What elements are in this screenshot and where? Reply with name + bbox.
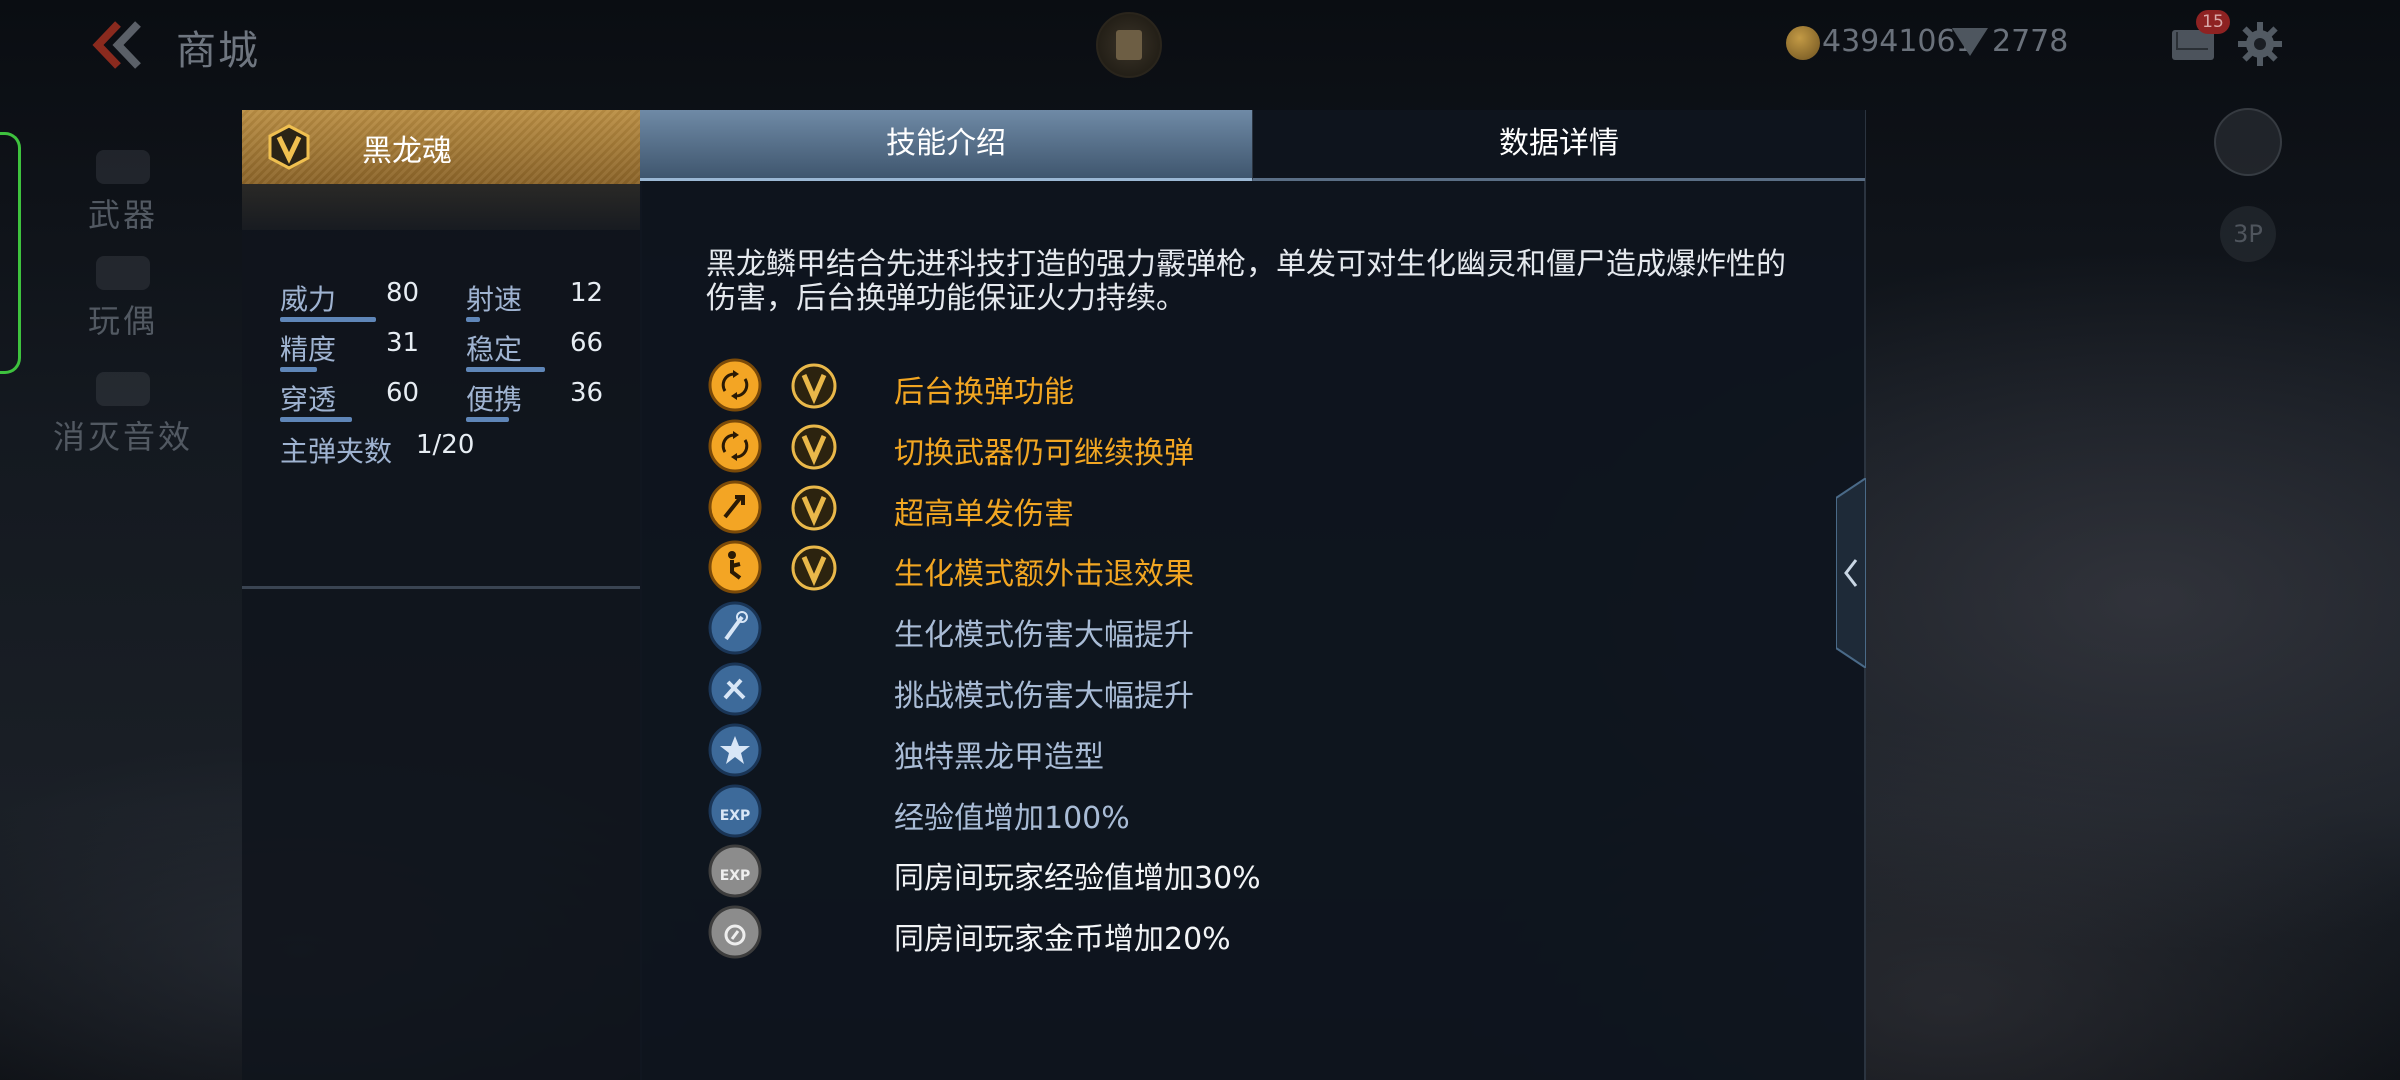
diamond-amount: 2778 — [1992, 24, 2069, 59]
feature-row: 超高单发伤害 — [708, 480, 1808, 536]
feature-row: EXP 经验值增加100% — [708, 784, 1808, 840]
room-coin-icon — [708, 905, 762, 959]
nav-item-label: 消灭音效 — [52, 418, 193, 456]
feature-label: 生化模式伤害大幅提升 — [894, 618, 1194, 654]
gold-coin-icon — [1786, 26, 1820, 60]
star-icon — [708, 723, 762, 777]
gear-icon[interactable] — [2236, 20, 2284, 68]
feature-label: 生化模式额外击退效果 — [894, 557, 1194, 593]
feature-label: 后台换弹功能 — [894, 375, 1074, 410]
feature-label: 经验值增加100% — [894, 800, 1130, 836]
feature-row: 挑战模式伤害大幅提升 — [708, 662, 1808, 718]
nav-item-weapons[interactable]: 武器 — [30, 150, 216, 236]
tab-skill-intro[interactable]: 技能介绍 — [640, 110, 1252, 181]
feature-label: 超高单发伤害 — [894, 496, 1074, 532]
feature-row: EXP 同房间玩家经验值增加30% — [708, 844, 1808, 900]
doll-icon — [96, 256, 150, 290]
third-person-view-button[interactable]: 3P — [2220, 206, 2276, 262]
stat-value: 31 — [386, 328, 420, 358]
notice-icon[interactable] — [1096, 12, 1162, 78]
panel-divider — [242, 586, 640, 589]
stat-stability: 稳定 66 — [466, 328, 603, 368]
stat-fire-rate: 射速 12 — [466, 278, 603, 318]
zombie-damage-icon — [708, 601, 762, 655]
back-icon[interactable] — [88, 18, 148, 72]
damage-icon — [708, 480, 762, 534]
diamond-icon — [1952, 28, 1988, 56]
feature-row: 生化模式额外击退效果 — [708, 540, 1808, 596]
stat-magazine: 主弹夹数 1/20 — [280, 430, 474, 470]
stat-penetration: 穿透 60 — [280, 378, 419, 418]
feature-label: 切换武器仍可继续换弹 — [894, 435, 1194, 471]
challenge-damage-icon — [708, 662, 762, 716]
svg-text:EXP: EXP — [720, 868, 751, 884]
stat-portability: 便携 36 — [466, 378, 603, 418]
stat-bar-fire-rate — [466, 317, 480, 322]
speaker-icon — [96, 372, 150, 406]
feature-row: 生化模式伤害大幅提升 — [708, 601, 1808, 657]
stat-label: 稳定 — [466, 333, 523, 366]
stat-bar-penetration — [280, 417, 352, 422]
room-exp-icon: EXP — [708, 844, 762, 898]
weapon-subheader — [242, 184, 640, 230]
feature-label: 挑战模式伤害大幅提升 — [894, 679, 1194, 714]
stat-bar-accuracy — [280, 367, 317, 372]
stat-label: 穿透 — [280, 383, 337, 416]
stat-bar-stability — [466, 367, 545, 372]
skill-panel: 技能介绍 数据详情 黑龙鳞甲结合先进科技打造的强力霰弹枪，单发可对生化幽灵和僵尸… — [640, 110, 1866, 1080]
mail-badge: 15 — [2196, 10, 2230, 34]
stat-label: 便携 — [466, 383, 523, 416]
feature-row: 切换武器仍可继续换弹 — [708, 419, 1808, 475]
nav-item-dolls[interactable]: 玩偶 — [30, 256, 216, 342]
stat-value: 80 — [386, 278, 420, 308]
feature-row: 后台换弹功能 — [708, 358, 1808, 414]
stat-bar-power — [280, 317, 376, 322]
stat-value: 66 — [570, 328, 604, 358]
page-title: 商城 — [176, 28, 260, 74]
feature-label: 同房间玩家经验值增加30% — [894, 861, 1261, 897]
reload-icon — [708, 419, 762, 473]
stat-accuracy: 精度 31 — [280, 328, 419, 368]
stat-value: 36 — [570, 378, 604, 408]
weapon-info-panel: 黑龙魂 威力 80 射速 12 精度 31 稳定 66 穿透 60 便携 36 … — [242, 110, 642, 1080]
stat-label: 射速 — [466, 283, 523, 316]
vip-badge-icon — [791, 424, 837, 470]
stat-bar-portability — [466, 417, 509, 422]
stat-label: 主弹夹数 — [280, 435, 393, 468]
weapon-description: 黑龙鳞甲结合先进科技打造的强力霰弹枪，单发可对生化幽灵和僵尸造成爆炸性的伤害，后… — [706, 247, 1786, 316]
feature-row: 独特黑龙甲造型 — [708, 723, 1808, 779]
vip-badge-icon — [791, 545, 837, 591]
knockback-icon — [708, 540, 762, 594]
stat-label: 威力 — [280, 283, 337, 316]
feature-label: 同房间玩家金币增加20% — [894, 922, 1231, 958]
feature-row: 同房间玩家金币增加20% — [708, 905, 1808, 961]
top-bar: 商城 43941061 2778 15 — [0, 0, 2400, 90]
feature-label: 独特黑龙甲造型 — [894, 739, 1104, 775]
weapon-name: 黑龙魂 — [362, 134, 452, 169]
stat-power: 威力 80 — [280, 278, 419, 318]
rotate-view-button[interactable] — [2214, 108, 2282, 176]
vip-badge-icon — [791, 485, 837, 531]
tab-data-details[interactable]: 数据详情 — [1252, 110, 1865, 181]
weapon-icon — [96, 150, 150, 184]
svg-text:EXP: EXP — [720, 808, 751, 824]
reload-icon — [708, 358, 762, 412]
stat-value: 1/20 — [416, 430, 475, 460]
stat-value: 12 — [570, 278, 604, 308]
exp-icon: EXP — [708, 784, 762, 838]
vip-badge-icon — [268, 124, 310, 170]
collapse-panel-tab[interactable] — [1836, 478, 1866, 668]
stat-value: 60 — [386, 378, 420, 408]
stat-label: 精度 — [280, 333, 337, 366]
nav-item-label: 武器 — [87, 196, 158, 234]
vip-badge-icon — [791, 363, 837, 409]
nav-selection-indicator — [0, 132, 21, 374]
nav-item-kill-sounds[interactable]: 消灭音效 — [30, 372, 216, 458]
nav-item-label: 玩偶 — [87, 302, 158, 340]
mail-icon[interactable] — [2172, 30, 2214, 60]
